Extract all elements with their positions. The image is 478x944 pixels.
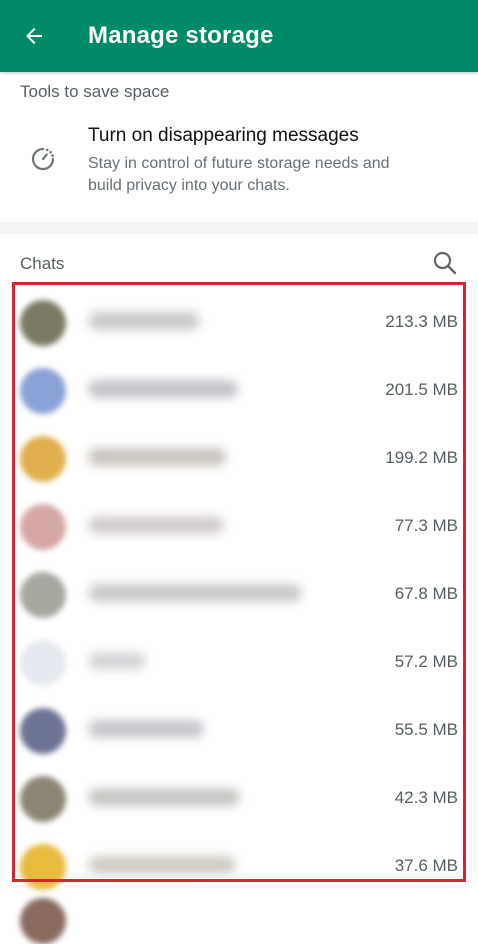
tool-title: Turn on disappearing messages: [88, 125, 359, 146]
avatar: [20, 898, 66, 944]
app-bar: Manage storage: [0, 0, 478, 72]
tool-description: Stay in control of future storage needs …: [88, 155, 390, 194]
page-title: Manage storage: [88, 22, 274, 49]
search-icon: [433, 251, 457, 275]
back-button[interactable]: [18, 20, 50, 52]
section-divider: [0, 222, 478, 234]
search-button[interactable]: [430, 248, 460, 278]
tools-section-label: Tools to save space: [20, 82, 170, 101]
highlight-box: [12, 282, 466, 882]
disappearing-timer-icon: [31, 147, 55, 171]
arrow-left-icon: [26, 28, 42, 44]
chats-section-label: Chats: [20, 254, 65, 273]
disappearing-messages-tool[interactable]: Turn on disappearing messages Stay in co…: [0, 112, 478, 202]
